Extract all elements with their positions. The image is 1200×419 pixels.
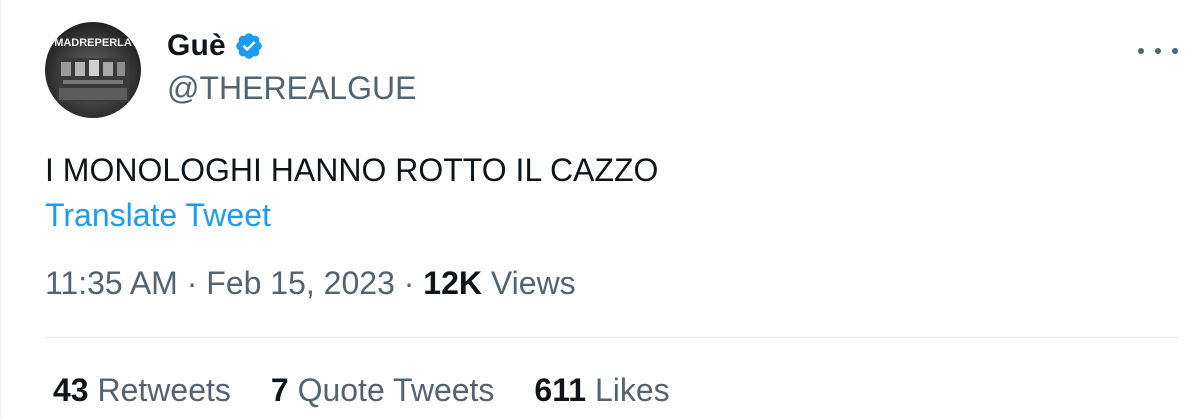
quotes-label: Quote Tweets bbox=[297, 372, 495, 408]
more-dot bbox=[1138, 48, 1144, 54]
tweet-time[interactable]: 11:35 AM bbox=[45, 265, 178, 301]
avatar[interactable]: MADREPERLA bbox=[45, 22, 141, 118]
tweet-date[interactable]: Feb 15, 2023 bbox=[206, 265, 395, 301]
translate-tweet-link[interactable]: Translate Tweet bbox=[45, 194, 271, 236]
quote-tweets-stat[interactable]: 7 Quote Tweets bbox=[271, 368, 495, 412]
more-options-icon[interactable] bbox=[1138, 36, 1178, 66]
tweet-stats: 43 Retweets 7 Quote Tweets 611 Likes bbox=[53, 368, 710, 412]
tweet-metadata: 11:35 AM · Feb 15, 2023 · 12K Views bbox=[45, 262, 576, 304]
likes-count: 611 bbox=[534, 372, 587, 408]
author-handle[interactable]: @THEREALGUE bbox=[167, 68, 416, 108]
likes-stat[interactable]: 611 Likes bbox=[534, 368, 669, 412]
more-dot bbox=[1172, 48, 1178, 54]
separator: · bbox=[403, 265, 415, 301]
likes-label: Likes bbox=[594, 372, 670, 408]
more-dot bbox=[1155, 48, 1161, 54]
divider bbox=[45, 337, 1178, 338]
retweets-label: Retweets bbox=[97, 372, 231, 408]
retweets-count: 43 bbox=[53, 372, 89, 408]
quotes-count: 7 bbox=[270, 372, 289, 408]
views-count: 12K bbox=[423, 265, 482, 301]
avatar-logo-text: MADREPERLA bbox=[54, 37, 132, 49]
retweets-stat[interactable]: 43 Retweets bbox=[53, 368, 231, 412]
tweet-card: MADREPERLA Guè @THEREALGUE I MONOLOGHI H… bbox=[0, 0, 1200, 419]
separator: · bbox=[186, 265, 198, 301]
author-name-row: Guè bbox=[167, 26, 264, 66]
verified-badge-icon bbox=[234, 31, 264, 61]
tweet-text: I MONOLOGHI HANNO ROTTO IL CAZZO bbox=[45, 152, 659, 188]
views-label: Views bbox=[490, 265, 576, 301]
author-display-name[interactable]: Guè bbox=[167, 29, 226, 63]
